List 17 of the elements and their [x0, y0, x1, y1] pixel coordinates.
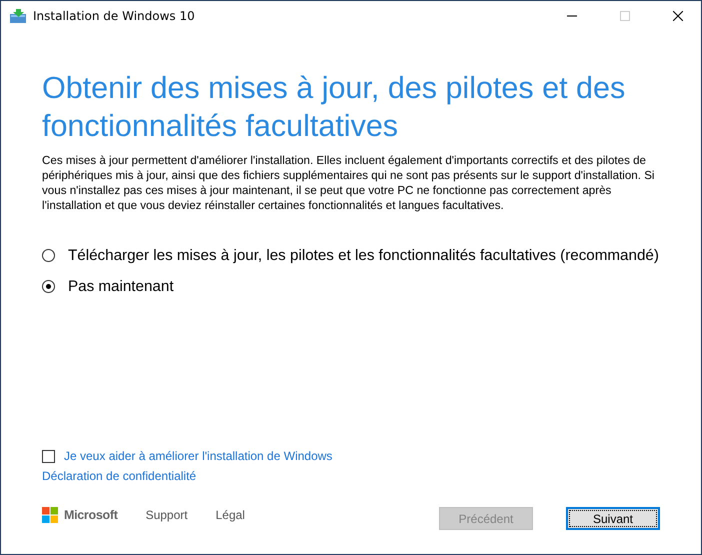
radio-button[interactable]: [42, 280, 55, 293]
close-icon[interactable]: [673, 11, 683, 21]
description-text: Ces mises à jour permettent d'améliorer l'installation. Elles incluent également d'importants correctifs et des pilotes de périphériques mis à jour, ainsi que des fichiers supplémentaires qui ne sont pas présents sur le support d'installation. Si vous n'installez pas ces mises à jour maintenant, il se peut que votre PC ne fonctionne pas correctement après l'installation et que vous deviez réinstaller certaines fonctionnalités et langues facultatives.: [42, 153, 656, 213]
next-button[interactable]: Suivant: [566, 507, 660, 530]
radio-label[interactable]: Télécharger les mises à jour, les pilotes et les fonctionnalités facultatives (recommandé): [68, 247, 659, 264]
footer-link[interactable]: Support: [146, 508, 188, 522]
footer-link[interactable]: Légal: [216, 508, 245, 522]
microsoft-logo-icon: [42, 506, 58, 522]
setup-icon: [10, 9, 26, 23]
checkbox[interactable]: [42, 450, 55, 462]
privacy-link[interactable]: Déclaration de confidentialité: [42, 469, 661, 483]
checkbox-label[interactable]: Je veux aider à améliorer l'installation de Windows: [64, 449, 332, 463]
radio-label[interactable]: Pas maintenant: [68, 278, 174, 295]
brand-name: Microsoft: [64, 508, 118, 522]
window-title: Installation de Windows 10: [33, 9, 196, 23]
page-heading: Obtenir des mises à jour, des pilotes et des fonctionnalités facultatives: [42, 70, 626, 145]
radio-button[interactable]: [42, 249, 55, 262]
